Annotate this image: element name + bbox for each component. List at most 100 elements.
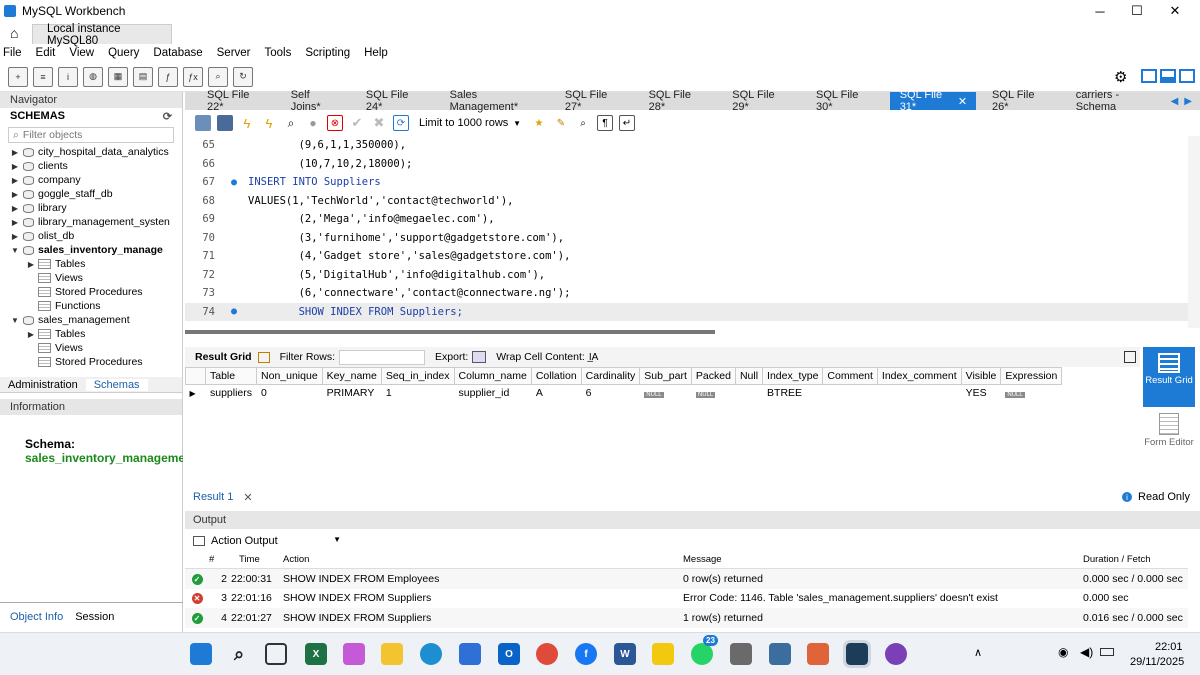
cell[interactable]: BTREE	[763, 385, 823, 402]
network-icon[interactable]: ◉	[1058, 645, 1068, 659]
table-row[interactable]: ▶ suppliers 0 PRIMARY 1 supplier_id A 6 …	[186, 385, 1062, 402]
col-header[interactable]: Packed	[690, 367, 736, 385]
form-editor-button[interactable]: Form Editor	[1143, 407, 1195, 467]
tab-scroll-left-icon[interactable]: ◀	[1171, 96, 1179, 107]
stop-icon[interactable]: ●	[305, 115, 321, 131]
col-header[interactable]: Collation	[530, 367, 582, 385]
expand-icon[interactable]: ▶	[10, 162, 20, 171]
output-row[interactable]: ✓ 4 22:01:27 SHOW INDEX FROM Suppliers 1…	[185, 608, 1188, 628]
col-header[interactable]: Comment	[822, 367, 878, 385]
schema-item[interactable]: ▶ goggle_staff_db	[10, 187, 182, 201]
create-view-icon[interactable]: ▤	[133, 66, 153, 87]
menu-tools[interactable]: Tools	[265, 47, 292, 59]
cell[interactable]: NULL	[640, 385, 692, 402]
schema-item[interactable]: ▼ sales_management	[10, 313, 182, 327]
expand-icon[interactable]: ▶	[26, 330, 36, 339]
copilot-icon[interactable]	[343, 643, 365, 665]
tab-schemas[interactable]: Schemas	[85, 378, 148, 391]
expand-icon[interactable]: ▶	[10, 148, 20, 157]
menu-view[interactable]: View	[69, 47, 94, 59]
beautify-icon[interactable]: ✎	[553, 115, 569, 131]
editor-scrollbar[interactable]	[1188, 136, 1200, 328]
maximize-button[interactable]: ☐	[1117, 0, 1157, 22]
cell[interactable]: 6	[581, 385, 640, 402]
col-header[interactable]: Index_comment	[876, 367, 962, 385]
minimize-button[interactable]: ─	[1080, 0, 1120, 22]
reconnect-icon[interactable]: ↻	[233, 66, 253, 87]
toggle-sidebar-icon[interactable]	[1141, 69, 1157, 83]
save-icon[interactable]	[217, 115, 233, 131]
schema-item-active[interactable]: ▼ sales_inventory_manage	[10, 243, 182, 257]
tab-sql-file-28[interactable]: SQL File 28*	[639, 89, 711, 113]
schema-item[interactable]: ▶ library_management_systen	[10, 215, 182, 229]
tree-item-tables[interactable]: ▶ Tables	[10, 327, 182, 341]
result-grid[interactable]: Table Non_unique Key_name Seq_in_index C…	[185, 367, 1140, 487]
tab-sql-file-29[interactable]: SQL File 29*	[722, 89, 794, 113]
close-result-tab-icon[interactable]: ✕	[243, 491, 252, 504]
open-sql-script-icon[interactable]: ≡	[33, 66, 53, 87]
collapse-icon[interactable]: ▼	[10, 316, 20, 325]
add-bookmark-icon[interactable]: ★	[531, 115, 547, 131]
expand-icon[interactable]: ▶	[10, 232, 20, 241]
tab-object-info[interactable]: Object Info	[0, 611, 69, 623]
refresh-schemas-icon[interactable]: ⟳	[163, 110, 172, 123]
result-grid-button[interactable]: Result Grid	[1143, 347, 1195, 407]
cell[interactable]: A	[531, 385, 581, 402]
tree-item-procedures[interactable]: Stored Procedures	[10, 355, 182, 369]
tab-carriers-schema[interactable]: carriers - Schema	[1066, 89, 1159, 113]
create-schema-icon[interactable]: ◍	[83, 66, 103, 87]
tab-administration[interactable]: Administration	[0, 379, 86, 391]
execute-icon[interactable]: ϟ	[239, 115, 255, 131]
toggle-continue-on-error-icon[interactable]: ⊗	[327, 115, 343, 131]
tab-self-joins[interactable]: Self Joins*	[281, 89, 344, 113]
search-table-data-icon[interactable]: ⌕	[208, 66, 228, 87]
col-header[interactable]: Index_type	[762, 367, 824, 385]
word-icon[interactable]: W	[614, 643, 636, 665]
expand-icon[interactable]: ▶	[10, 176, 20, 185]
schema-item[interactable]: ▶ library	[10, 201, 182, 215]
col-header[interactable]: Table	[204, 367, 258, 385]
connection-tab[interactable]: Local instance MySQL80	[32, 23, 172, 47]
tab-sql-file-22[interactable]: SQL File 22*	[197, 89, 269, 113]
excel-icon[interactable]: X	[305, 643, 327, 665]
rollback-icon[interactable]: ✖	[371, 115, 387, 131]
tab-result-1[interactable]: Result 1	[193, 491, 233, 503]
col-header[interactable]: Expression	[1000, 367, 1063, 385]
col-header[interactable]: Non_unique	[256, 367, 323, 385]
grid-icon[interactable]	[257, 351, 270, 363]
tree-item-tables[interactable]: ▶ Tables	[10, 257, 182, 271]
menu-file[interactable]: File	[3, 47, 22, 59]
tab-sql-file-30[interactable]: SQL File 30*	[806, 89, 878, 113]
tab-session[interactable]: Session	[69, 611, 120, 623]
volume-icon[interactable]: ◀)	[1080, 645, 1093, 659]
schema-item[interactable]: ▶ city_hospital_data_analytics	[10, 145, 182, 159]
cell[interactable]	[877, 385, 961, 402]
cell[interactable]: NULL	[691, 385, 735, 402]
menu-help[interactable]: Help	[364, 47, 388, 59]
expand-icon[interactable]: ▶	[10, 218, 20, 227]
col-header[interactable]: Seq_in_index	[380, 367, 455, 385]
create-table-icon[interactable]: ▦	[108, 66, 128, 87]
create-function-icon[interactable]: ƒx	[183, 66, 203, 87]
export-icon[interactable]	[472, 351, 487, 363]
invisible-chars-icon[interactable]: ¶	[597, 115, 613, 131]
menu-server[interactable]: Server	[217, 47, 251, 59]
cell[interactable]: supplier_id	[454, 385, 531, 402]
output-selector[interactable]: Action Output ▼	[211, 535, 341, 547]
limit-rows-select[interactable]: Limit to 1000 rows ▼	[415, 115, 525, 132]
whatsapp-icon[interactable]: 23	[691, 635, 718, 665]
col-header[interactable]: Null	[734, 367, 764, 385]
toggle-side-panel-icon[interactable]	[1124, 351, 1136, 363]
tab-sql-file-31-active[interactable]: SQL File 31* ✕	[889, 89, 977, 113]
col-header[interactable]: Cardinality	[580, 367, 641, 385]
cell[interactable]: NULL	[1001, 385, 1062, 402]
tab-sql-file-24[interactable]: SQL File 24*	[356, 89, 428, 113]
cell[interactable]: suppliers	[206, 385, 257, 402]
filter-rows-input[interactable]	[339, 349, 426, 365]
clock-date[interactable]: 29/11/2025	[1130, 656, 1184, 668]
execute-current-icon[interactable]: ϟ	[261, 115, 277, 131]
tab-scroll-right-icon[interactable]: ▶	[1184, 96, 1192, 107]
expand-icon[interactable]: ▶	[10, 204, 20, 213]
filter-objects-input[interactable]: ⌕ Filter objects	[8, 127, 174, 143]
schema-item[interactable]: ▶ olist_db	[10, 229, 182, 243]
